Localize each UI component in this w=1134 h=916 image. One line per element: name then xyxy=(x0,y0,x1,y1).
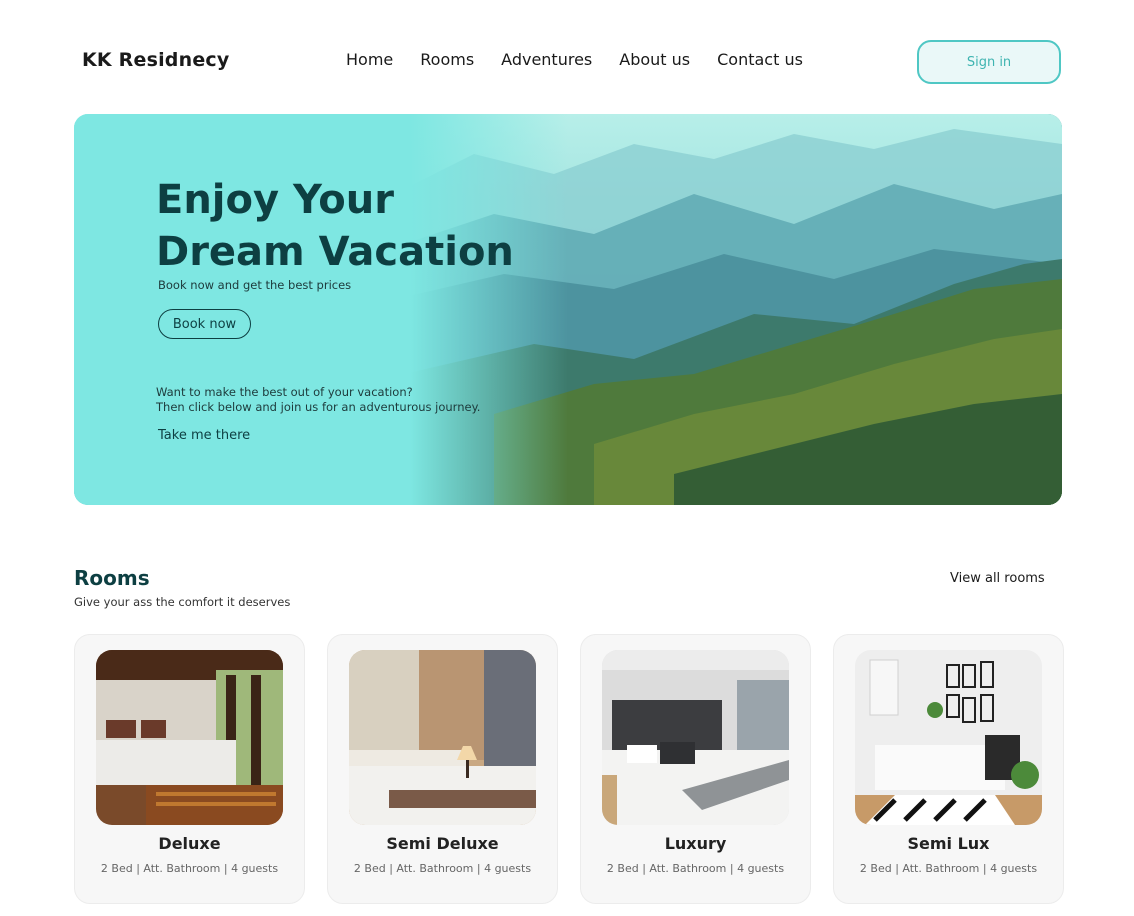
room-photo-luxury xyxy=(602,650,789,825)
hero-title: Enjoy Your Dream Vacation xyxy=(156,174,576,278)
hero-title-line-1: Enjoy Your xyxy=(156,177,394,223)
take-me-there-link[interactable]: Take me there xyxy=(158,428,250,443)
nav-about-us[interactable]: About us xyxy=(619,50,690,69)
hero-title-line-2: Dream Vacation xyxy=(156,229,514,275)
room-details: 2 Bed | Att. Bathroom | 4 guests xyxy=(100,862,279,875)
top-navbar: KK Residnecy Home Rooms Adventures About… xyxy=(0,0,1134,115)
room-photo-semi-deluxe xyxy=(349,650,536,825)
adventure-prompt-line-2: Then click below and join us for an adve… xyxy=(156,400,481,414)
nav-home[interactable]: Home xyxy=(346,50,393,69)
room-name: Luxury xyxy=(664,834,727,853)
hero-subtitle: Book now and get the best prices xyxy=(158,278,352,292)
nav-contact-us[interactable]: Contact us xyxy=(717,50,803,69)
main-menu: Home Rooms Adventures About us Contact u… xyxy=(346,50,803,69)
room-card-luxury[interactable]: Luxury 2 Bed | Att. Bathroom | 4 guests xyxy=(580,634,811,904)
room-details: 2 Bed | Att. Bathroom | 4 guests xyxy=(859,862,1038,875)
room-photo-semi-lux xyxy=(855,650,1042,825)
room-name: Semi Lux xyxy=(907,834,990,853)
room-card-deluxe[interactable]: Deluxe 2 Bed | Att. Bathroom | 4 guests xyxy=(74,634,305,904)
brand-logo[interactable]: KK Residnecy xyxy=(82,49,229,71)
room-name: Deluxe xyxy=(158,834,221,853)
rooms-tagline: Give your ass the comfort it deserves xyxy=(74,595,291,609)
nav-rooms[interactable]: Rooms xyxy=(420,50,474,69)
adventure-prompt-line-1: Want to make the best out of your vacati… xyxy=(156,385,413,399)
nav-adventures[interactable]: Adventures xyxy=(501,50,592,69)
room-card-semi-lux[interactable]: Semi Lux 2 Bed | Att. Bathroom | 4 guest… xyxy=(833,634,1064,904)
room-details: 2 Bed | Att. Bathroom | 4 guests xyxy=(606,862,785,875)
book-now-button[interactable]: Book now xyxy=(158,309,251,339)
room-card-semi-deluxe[interactable]: Semi Deluxe 2 Bed | Att. Bathroom | 4 gu… xyxy=(327,634,558,904)
room-photo-deluxe xyxy=(96,650,283,825)
room-details: 2 Bed | Att. Bathroom | 4 guests xyxy=(353,862,532,875)
hero-banner: Enjoy Your Dream Vacation Book now and g… xyxy=(74,114,1062,505)
rooms-heading: Rooms xyxy=(74,566,150,590)
room-name: Semi Deluxe xyxy=(386,834,499,853)
adventure-prompt: Want to make the best out of your vacati… xyxy=(156,385,516,415)
view-all-rooms-link[interactable]: View all rooms xyxy=(950,571,1045,586)
sign-in-button[interactable]: Sign in xyxy=(917,40,1061,84)
